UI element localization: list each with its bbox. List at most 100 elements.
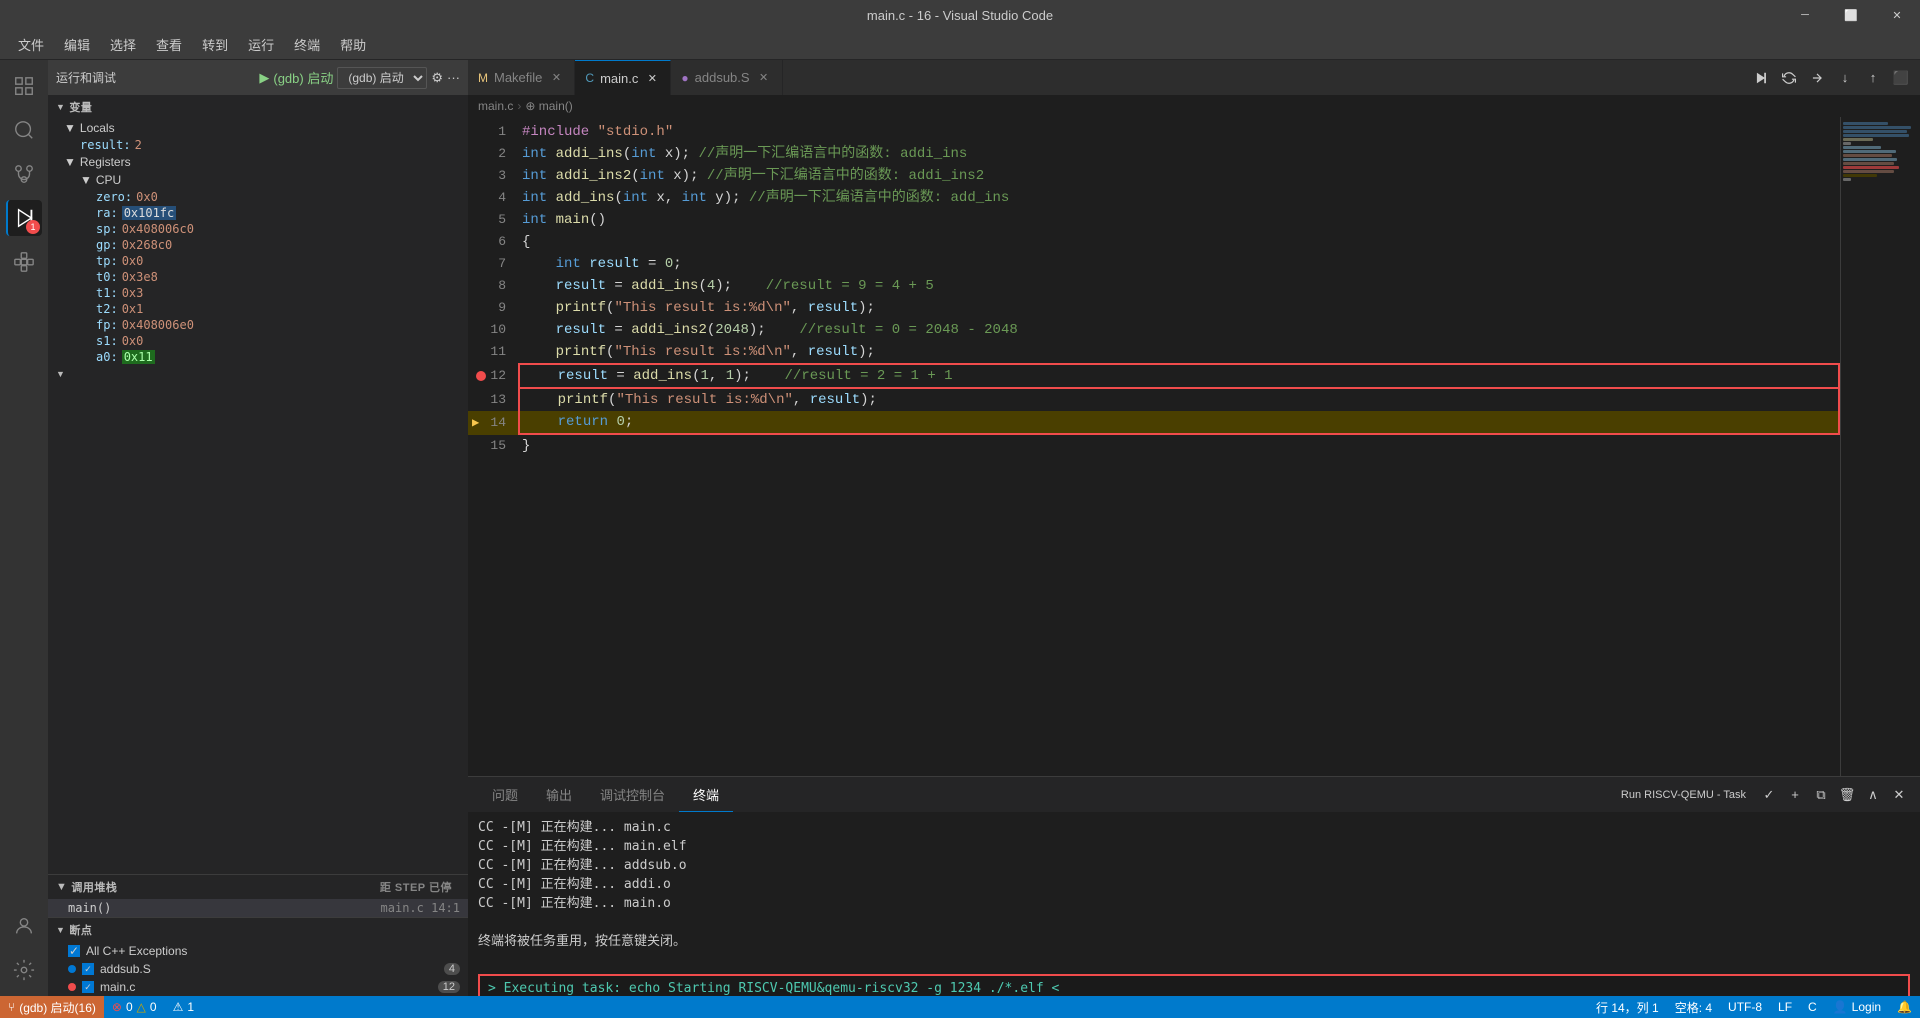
main-c-icon: C	[585, 71, 594, 85]
code-line-2: 2 int addi_ins(int x); //声明一下汇编语言中的函数: a…	[468, 143, 1840, 165]
status-position[interactable]: 行 14，列 1	[1588, 999, 1667, 1016]
panel-split-btn[interactable]: ⧉	[1810, 784, 1832, 806]
breakpoints-header[interactable]: ▼ 断点	[48, 918, 468, 942]
activity-source-control[interactable]	[6, 156, 42, 192]
terminal-blank	[478, 952, 1910, 970]
step-info: 距 STEP 已停	[372, 879, 460, 895]
bp-check-main[interactable]: ✓	[82, 981, 94, 993]
activity-bottom	[6, 908, 42, 988]
tab-bar: M Makefile ✕ C main.c ✕ ● addsub.S ✕	[468, 60, 1920, 95]
activity-account[interactable]	[6, 908, 42, 944]
status-debug[interactable]: ⑂ (gdb) 启动(16)	[0, 996, 104, 1018]
menu-edit[interactable]: 编辑	[56, 33, 98, 56]
debug-toolbar: 运行和调试 ▶ (gdb) 启动 (gdb) 启动 ⚙ ···	[48, 60, 468, 95]
status-errors[interactable]: ⊗ 0 △ 0	[104, 996, 165, 1018]
bp-addsub[interactable]: ✓ addsub.S 4	[48, 960, 468, 978]
reg-sp: sp: 0x408006c0	[72, 221, 468, 237]
watch-header[interactable]: ▼	[48, 365, 468, 383]
status-bar: ⑂ (gdb) 启动(16) ⊗ 0 △ 0 ⚠ 1 行 14，列 1 空格: …	[0, 996, 1920, 1018]
menu-view[interactable]: 查看	[148, 33, 190, 56]
registers-header[interactable]: ▼ Registers	[56, 153, 468, 171]
breakpoints-label: 断点	[69, 922, 92, 938]
debug-config-select[interactable]: (gdb) 启动	[337, 67, 427, 89]
status-login[interactable]: 👤 Login	[1825, 1000, 1889, 1014]
menu-help[interactable]: 帮助	[332, 33, 374, 56]
code-editor[interactable]: 1 #include "stdio.h" 2 int addi_ins(int …	[468, 117, 1840, 776]
locals-header[interactable]: ▼ Locals	[56, 119, 468, 137]
menu-select[interactable]: 选择	[102, 33, 144, 56]
bp-all-cpp[interactable]: ✓ All C++ Exceptions	[48, 942, 468, 960]
call-stack-item-main[interactable]: main() main.c 14:1	[48, 899, 468, 917]
variables-section: ▼ 变量 ▼ Locals result: 2 ▼ Registers	[48, 95, 468, 874]
menu-goto[interactable]: 转到	[194, 33, 236, 56]
debug-step-into-btn[interactable]: ↓	[1834, 67, 1856, 89]
panel-add-btn[interactable]: +	[1784, 784, 1806, 806]
terminal-content: CC -[M] 正在构建... main.c CC -[M] 正在构建... m…	[468, 812, 1920, 996]
breakpoint-indicator-12	[476, 371, 486, 381]
status-warnings[interactable]: ⚠ 1	[165, 996, 202, 1018]
menu-terminal[interactable]: 终端	[286, 33, 328, 56]
tab-addsub[interactable]: ● addsub.S ✕	[671, 60, 782, 95]
debug-run-button[interactable]: ▶ (gdb) 启动	[259, 68, 333, 87]
debug-more-button[interactable]: ···	[447, 70, 460, 85]
status-language[interactable]: C	[1800, 1000, 1825, 1014]
panel-tab-output[interactable]: 输出	[532, 777, 586, 812]
makefile-icon: M	[478, 71, 488, 85]
panel-trash-btn[interactable]: 🗑	[1836, 784, 1858, 806]
tab-makefile[interactable]: M Makefile ✕	[468, 60, 575, 95]
minimize-button[interactable]: ─	[1782, 0, 1828, 30]
tab-main-c[interactable]: C main.c ✕	[575, 60, 671, 95]
cpu-header[interactable]: ▼ CPU	[72, 171, 468, 189]
cpu-registers: ▼ CPU zero: 0x0 ra: 0x101fc sp: 0x408006…	[56, 171, 468, 365]
tab-main-c-label: main.c	[600, 71, 638, 86]
bp-main[interactable]: ✓ main.c 12	[48, 978, 468, 996]
maximize-button[interactable]: ⬜	[1828, 0, 1874, 30]
activity-debug[interactable]: 1	[6, 200, 42, 236]
variables-header[interactable]: ▼ 变量	[48, 95, 468, 119]
status-notifications[interactable]: 🔔	[1889, 1000, 1920, 1014]
spaces-label: 空格: 4	[1675, 999, 1712, 1016]
debug-step-out-btn[interactable]: ↑	[1862, 67, 1884, 89]
terminal-cmd-line: > Executing task: echo Starting RISCV-QE…	[488, 980, 1900, 996]
menu-run[interactable]: 运行	[240, 33, 282, 56]
debug-step-over-btn[interactable]	[1806, 67, 1828, 89]
code-line-8: 8 result = addi_ins(4); //result = 9 = 4…	[468, 275, 1840, 297]
panel-check-btn[interactable]: ✓	[1758, 784, 1780, 806]
panel-tab-terminal[interactable]: 终端	[679, 777, 733, 812]
breadcrumb-file[interactable]: main.c	[478, 99, 513, 113]
status-spaces[interactable]: 空格: 4	[1667, 999, 1720, 1016]
debug-panel-title: 运行和调试	[56, 69, 255, 86]
activity-extensions[interactable]	[6, 244, 42, 280]
activity-settings[interactable]	[6, 952, 42, 988]
code-line-6: 6 {	[468, 231, 1840, 253]
panel-chevron-up-btn[interactable]: ∧	[1862, 784, 1884, 806]
status-encoding[interactable]: UTF-8	[1720, 1000, 1770, 1014]
panel-tab-debug-console[interactable]: 调试控制台	[586, 777, 679, 812]
breadcrumb: main.c › ⊕ main()	[468, 95, 1920, 117]
status-line-ending[interactable]: LF	[1770, 1000, 1800, 1014]
debug-settings-button[interactable]: ⚙	[431, 70, 443, 86]
tab-addsub-close[interactable]: ✕	[756, 70, 772, 86]
code-line-14: ▶ 14 return 0;	[468, 411, 1840, 435]
bp-checkbox-cpp[interactable]: ✓	[68, 945, 80, 957]
debug-stop-btn[interactable]: ⬛	[1890, 67, 1912, 89]
close-button[interactable]: ✕	[1874, 0, 1920, 30]
menu-file[interactable]: 文件	[10, 33, 52, 56]
activity-search[interactable]	[6, 112, 42, 148]
error-icon: ⊗	[112, 1000, 122, 1014]
call-stack-header[interactable]: ▼ 调用堆栈 距 STEP 已停	[48, 875, 468, 899]
panel-close-btn[interactable]: ✕	[1888, 784, 1910, 806]
tab-makefile-close[interactable]: ✕	[548, 70, 564, 86]
locals-subsection: ▼ Locals result: 2	[48, 119, 468, 153]
breadcrumb-func[interactable]: ⊕ main()	[525, 99, 572, 113]
debug-continue-btn[interactable]	[1750, 67, 1772, 89]
registers-label: Registers	[80, 155, 131, 169]
editor-area: M Makefile ✕ C main.c ✕ ● addsub.S ✕	[468, 60, 1920, 996]
debug-restart-btn[interactable]	[1778, 67, 1800, 89]
activity-explorer[interactable]	[6, 68, 42, 104]
panel-tab-problems[interactable]: 问题	[478, 777, 532, 812]
warning-num: 1	[187, 1000, 194, 1014]
bp-check-addsub[interactable]: ✓	[82, 963, 94, 975]
tab-main-c-close[interactable]: ✕	[644, 70, 660, 86]
reg-ra: ra: 0x101fc	[72, 205, 468, 221]
